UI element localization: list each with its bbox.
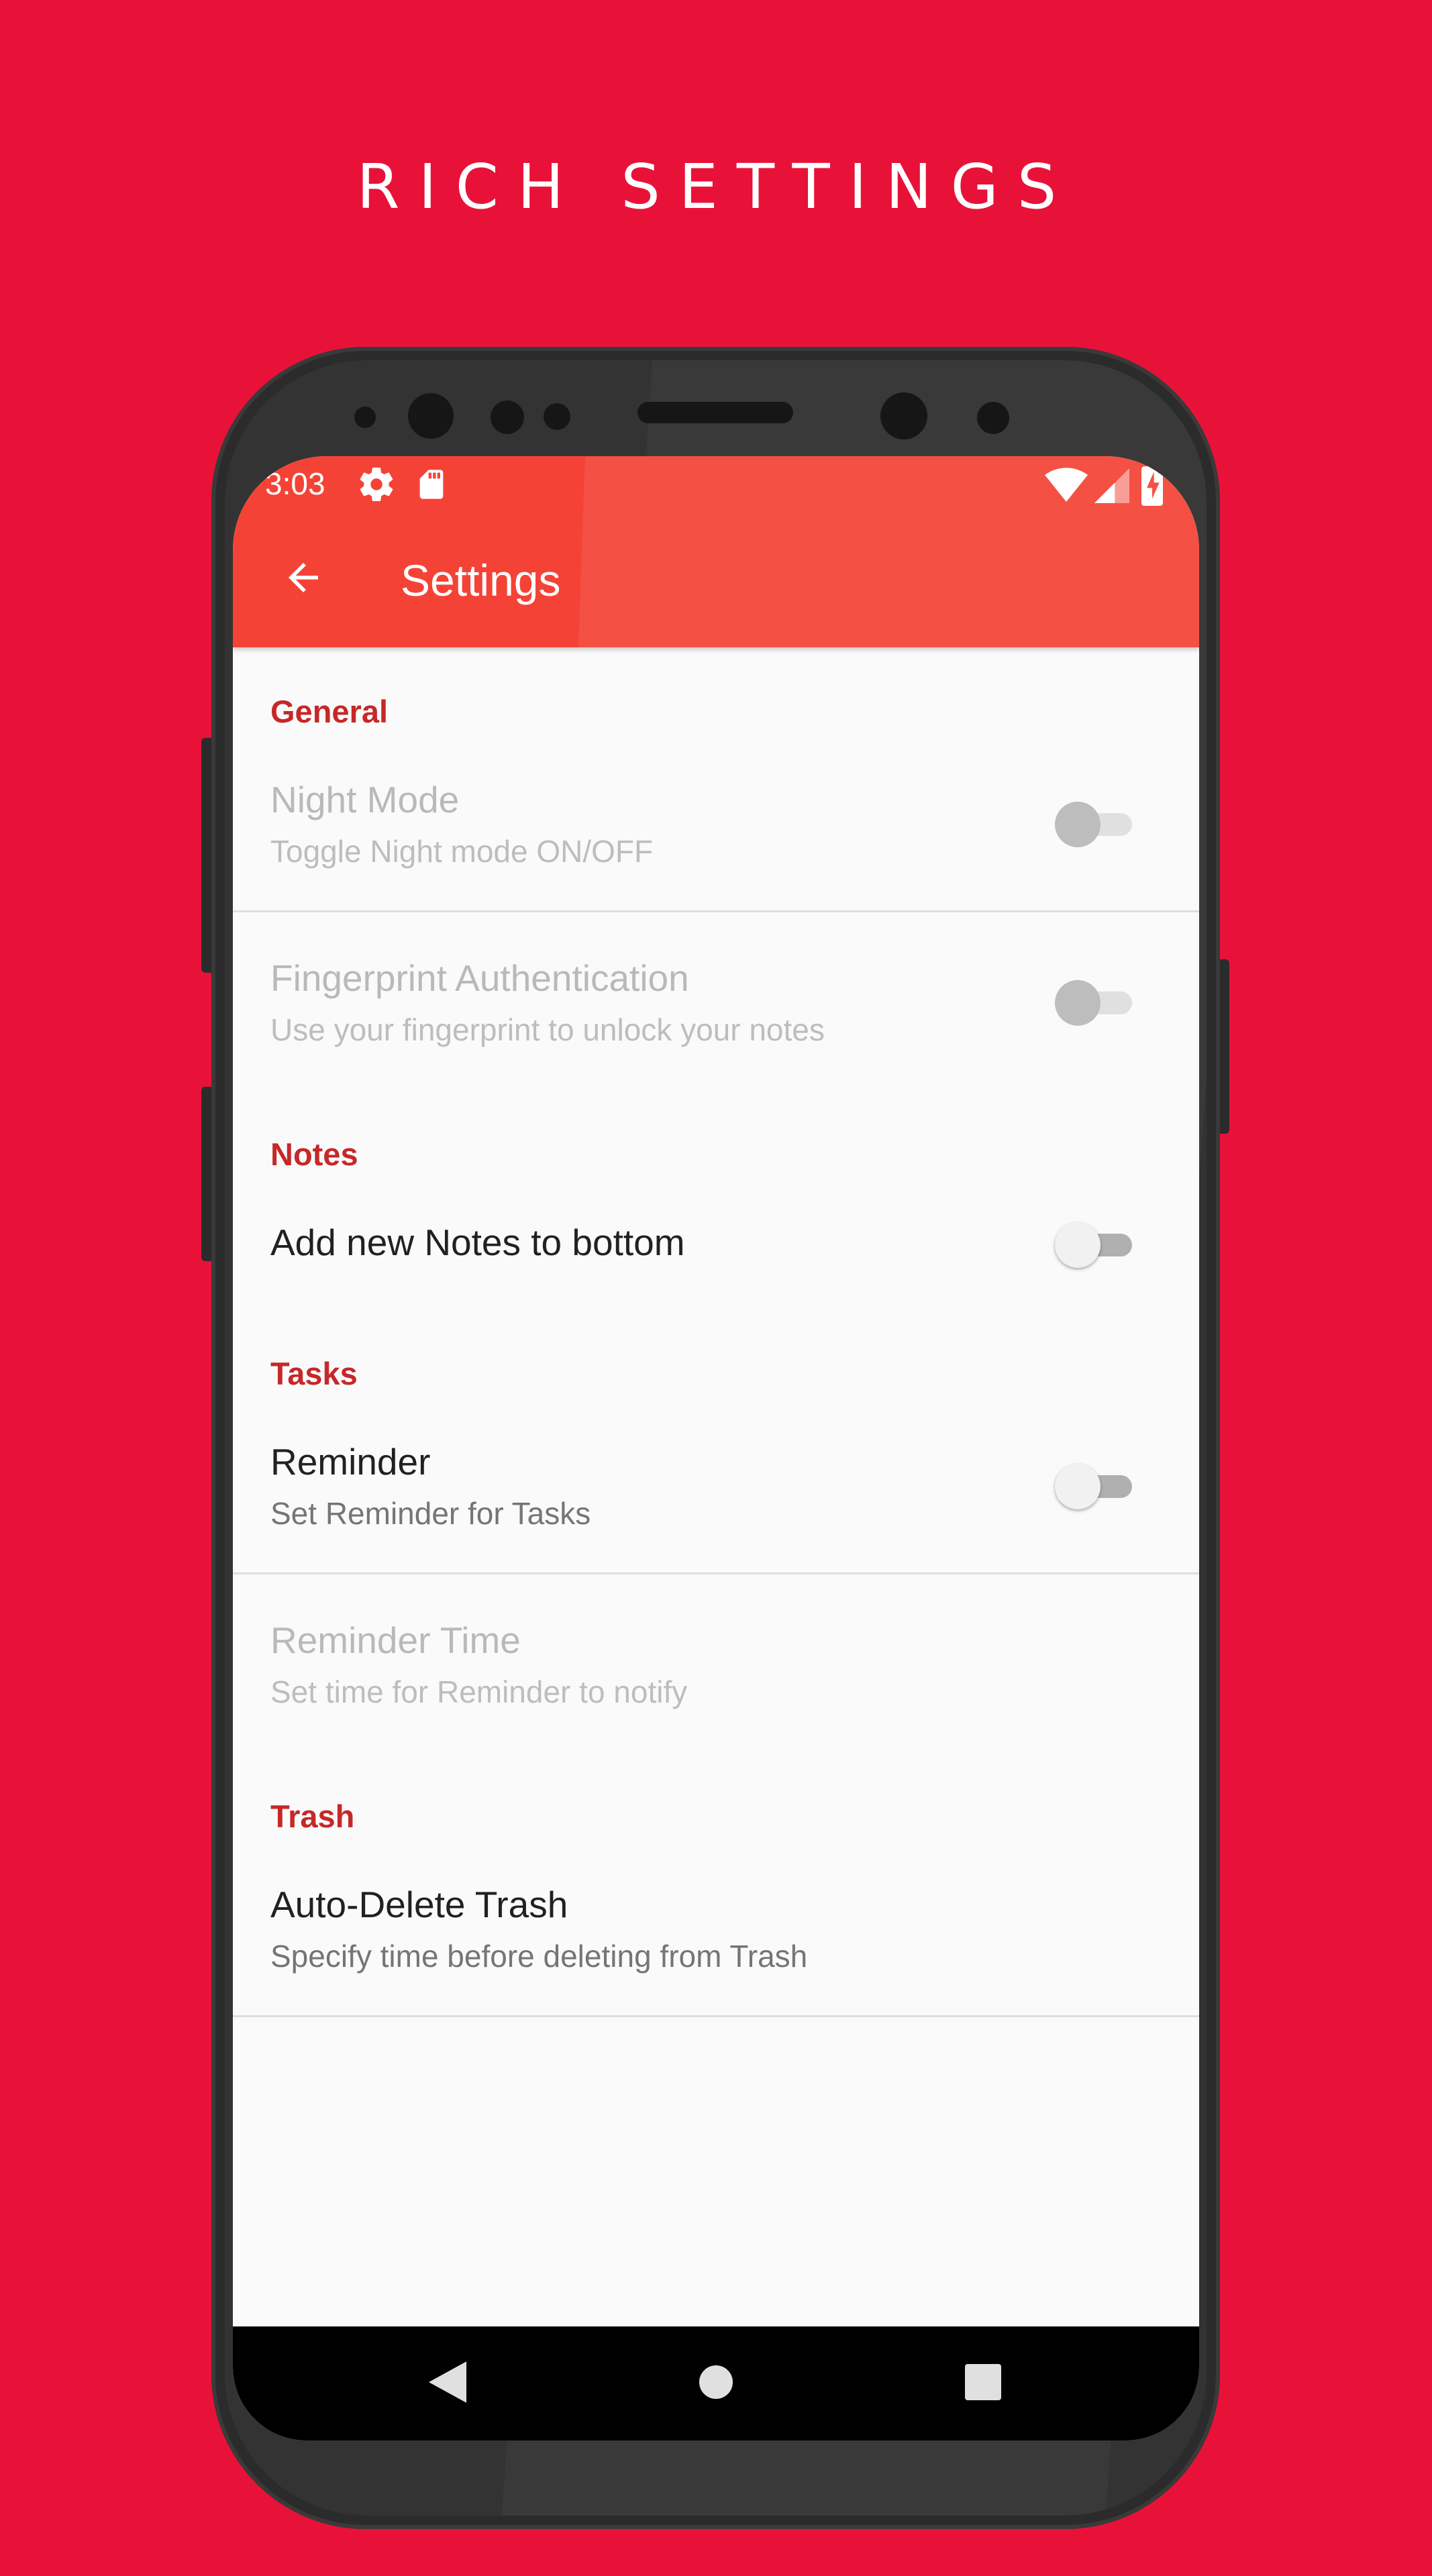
pref-title: Reminder Time <box>270 1619 521 1661</box>
pref-summary: Specify time before deleting from Trash <box>270 1939 808 1974</box>
navigation-bar <box>233 2326 1199 2440</box>
reminder-switch[interactable] <box>1055 1462 1135 1509</box>
divider <box>233 1572 1199 1574</box>
front-camera-2 <box>880 392 927 439</box>
section-title-trash: Trash <box>270 1799 355 1834</box>
fingerprint-switch[interactable] <box>1055 978 1135 1026</box>
page-title: Settings <box>401 555 561 605</box>
pref-title: Auto-Delete Trash <box>270 1884 568 1925</box>
back-triangle-icon <box>429 2361 466 2406</box>
section-title-tasks: Tasks <box>270 1356 358 1391</box>
arrow-left-icon <box>281 555 325 602</box>
nav-back-button[interactable] <box>421 2357 474 2410</box>
divider <box>233 910 1199 912</box>
proximity-sensor <box>977 402 1009 434</box>
pref-title: Fingerprint Authentication <box>270 957 689 999</box>
hero-title: RICH SETTINGS <box>356 151 1076 223</box>
section-title-general: General <box>270 694 389 729</box>
pref-title: Reminder <box>270 1441 431 1483</box>
recents-square-icon <box>965 2364 1001 2403</box>
pref-summary: Use your fingerprint to unlock your note… <box>270 1012 825 1047</box>
sd-card-icon <box>414 466 449 506</box>
pref-summary: Set time for Reminder to notify <box>270 1674 688 1709</box>
pref-summary: Toggle Night mode ON/OFF <box>270 834 654 869</box>
home-circle-icon <box>699 2365 733 2402</box>
divider <box>233 2015 1199 2017</box>
night-mode-switch[interactable] <box>1055 800 1135 847</box>
front-sensor-2 <box>491 400 524 434</box>
pref-title: Add new Notes to bottom <box>270 1222 685 1263</box>
back-button[interactable] <box>270 545 337 612</box>
pref-title: Night Mode <box>270 779 460 820</box>
earpiece-speaker <box>637 402 793 423</box>
front-camera <box>408 393 454 439</box>
nav-home-button[interactable] <box>689 2357 743 2410</box>
add-notes-bottom-switch[interactable] <box>1055 1220 1135 1268</box>
settings-icon <box>356 464 397 507</box>
pref-summary: Set Reminder for Tasks <box>270 1496 591 1531</box>
front-sensor <box>354 407 376 428</box>
nav-recents-button[interactable] <box>956 2357 1010 2410</box>
front-sensor-3 <box>544 403 570 430</box>
phone-screen: 3:03 Settings General Night Mode Toggle … <box>233 456 1199 2440</box>
section-title-notes: Notes <box>270 1136 358 1172</box>
status-time: 3:03 <box>265 466 325 501</box>
